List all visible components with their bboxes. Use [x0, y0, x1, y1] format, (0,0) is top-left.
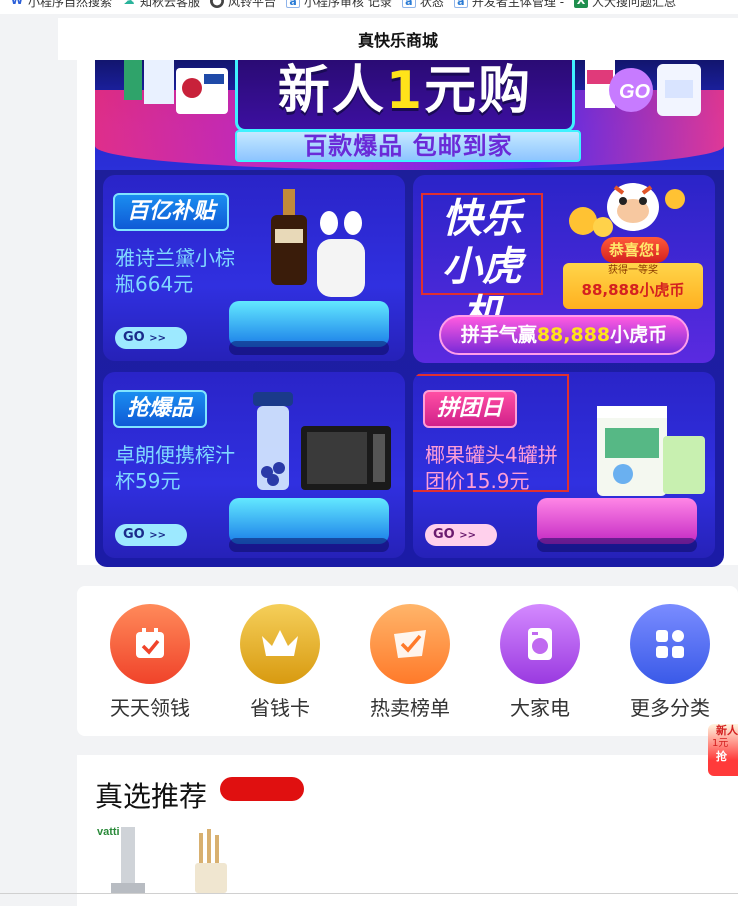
tiger-coin-button[interactable]: 拼手气赢88,888小虎币: [439, 315, 689, 355]
float-line: 新人: [716, 724, 738, 737]
prize-value: 88,888小虎币: [581, 281, 685, 299]
category-shortcuts: 天天领钱 省钱卡 热卖榜单 大家电 更多分类: [77, 586, 738, 736]
card-desc: 椰果罐头4罐拼团价15.9元: [425, 443, 558, 493]
bookmark-4[interactable]: a 小程序审核 记录: [276, 0, 392, 9]
bottom-divider: [0, 893, 738, 894]
flag-check-icon: [370, 604, 450, 684]
bookmark-label: 开发者主体管理 -: [471, 0, 565, 9]
prize-box: 获得一等奖 88,888小虎币: [563, 263, 703, 309]
card-hot-deal[interactable]: 抢爆品 卓朗便携榨汁杯59元 GO >>: [103, 372, 405, 558]
floating-promo[interactable]: 新人 1元 抢: [708, 724, 738, 776]
products-left-image: [124, 60, 228, 114]
range-hood-image[interactable]: vatti: [97, 823, 157, 895]
go-button[interactable]: GO >>: [425, 524, 497, 546]
hero-subtitle: 百款爆品 包邮到家: [303, 132, 513, 160]
bookmark-6[interactable]: a 开发者主体管理 -: [444, 0, 565, 9]
hero-go-text: GO: [619, 81, 651, 103]
card-group-buy[interactable]: 拼团日 椰果罐头4罐拼团价15.9元 GO >>: [413, 372, 715, 558]
bookmark-label: 风铃平台: [228, 0, 277, 9]
coconut-can-image: [597, 406, 705, 496]
tiger-machine-title: 快乐 小虎机: [421, 193, 543, 338]
crown-icon: [240, 604, 320, 684]
fengling-icon: ●: [210, 0, 225, 8]
recommend-section: 真选推荐 vatti: [77, 755, 738, 906]
float-line: 1元: [712, 738, 729, 749]
bookmark-1[interactable]: W 小程序自然搜索: [0, 0, 113, 9]
bookmark-7[interactable]: X 人大搜问题汇总: [564, 0, 677, 9]
word-icon: W: [10, 0, 24, 7]
calendar-check-icon: [110, 604, 190, 684]
bookmark-label: 知秋云客服: [140, 0, 201, 9]
congrats-badge: 恭喜您!: [601, 237, 669, 263]
recommend-badge: [220, 777, 304, 801]
card-tag: 百亿补贴: [113, 193, 230, 231]
washer-icon: [500, 604, 580, 684]
card-tag: 拼团日: [423, 390, 518, 428]
prize-label: 获得一等奖: [608, 265, 658, 276]
category-hot-list[interactable]: 热卖榜单: [355, 604, 465, 721]
app-header: 真快乐商城: [58, 18, 738, 60]
category-label: 大家电: [510, 696, 570, 720]
bookmark-5[interactable]: a 状态: [392, 0, 444, 9]
app-title: 真快乐商城: [357, 31, 438, 50]
excel-icon: X: [574, 0, 589, 8]
category-label: 热卖榜单: [370, 696, 450, 720]
card-desc: 雅诗兰黛小棕瓶664元: [115, 246, 235, 296]
bookmark-label: 小程序自然搜索: [28, 0, 113, 9]
page-icon: a: [453, 0, 468, 8]
serum-earbuds-image: [271, 189, 365, 297]
bookmark-2[interactable]: ☁ 知秋云客服: [112, 0, 201, 9]
product-stage: [537, 498, 697, 552]
promo-banner[interactable]: 新人1元购 百款爆品 包邮到家 GO 百亿补贴 雅诗兰黛小棕瓶664元 GO >…: [95, 60, 724, 567]
go-button[interactable]: GO >>: [115, 327, 187, 349]
recommend-title: 真选推荐: [95, 780, 208, 813]
go-button[interactable]: GO >>: [115, 524, 187, 546]
juicer-microwave-image: [253, 392, 391, 490]
page-icon: a: [401, 0, 416, 8]
cloud-icon: ☁: [123, 0, 135, 7]
product-stage: [229, 498, 389, 552]
bookmarks-bar: W 小程序自然搜索 ☁ 知秋云客服 ● 风铃平台 a 小程序审核 记录 a 状态 a 开发者…: [0, 0, 738, 14]
category-label: 更多分类: [630, 696, 710, 720]
category-savings-card[interactable]: 省钱卡: [225, 604, 335, 721]
category-appliances[interactable]: 大家电: [485, 604, 595, 721]
card-desc: 卓朗便携榨汁杯59元: [115, 443, 235, 493]
card-tiger-machine[interactable]: 快乐 小虎机 恭喜您! 获得一等奖 88,888小虎币 拼手气赢88,888小虎…: [413, 175, 715, 363]
bookmark-label: 人大搜问题汇总: [592, 0, 677, 9]
page-icon: a: [286, 0, 301, 8]
page: W 小程序自然搜索 ☁ 知秋云客服 ● 风铃平台 a 小程序审核 记录 a 状态 a 开发者…: [0, 0, 738, 906]
card-tag: 抢爆品: [113, 390, 208, 428]
category-daily-money[interactable]: 天天领钱: [95, 604, 205, 721]
category-more[interactable]: 更多分类: [615, 604, 725, 721]
grid-icon: [630, 604, 710, 684]
product-stage: [229, 301, 389, 355]
float-line: 抢: [716, 750, 727, 763]
bookmark-label: 小程序审核 记录: [304, 0, 392, 9]
hero-title: 新人1元购: [277, 61, 533, 121]
hero-banner[interactable]: 新人1元购 百款爆品 包邮到家 GO: [95, 60, 724, 170]
knife-set-image[interactable]: [189, 823, 239, 895]
category-label: 省钱卡: [250, 696, 310, 720]
category-label: 天天领钱: [110, 696, 190, 720]
bookmark-3[interactable]: ● 风铃平台: [200, 0, 277, 9]
card-subsidy[interactable]: 百亿补贴 雅诗兰黛小棕瓶664元 GO >>: [103, 175, 405, 361]
hero-subtitle-box: 百款爆品 包邮到家: [235, 130, 581, 162]
bookmark-label: 状态: [419, 0, 444, 9]
tiger-mascot-image: [569, 183, 685, 237]
svg-text:vatti: vatti: [97, 826, 120, 838]
products-right-image: GO: [585, 60, 701, 116]
